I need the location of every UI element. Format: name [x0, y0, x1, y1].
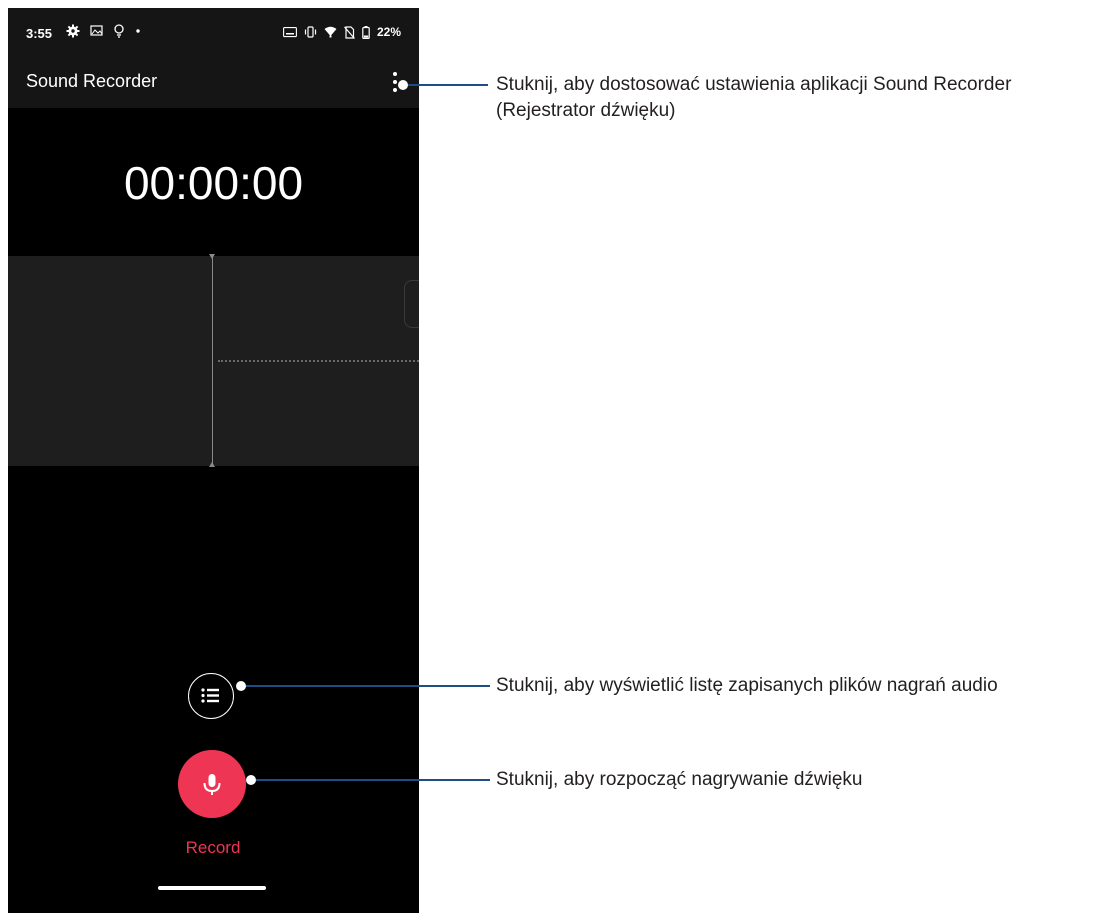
- status-time: 3:55: [26, 26, 53, 41]
- microphone-icon: [203, 774, 221, 795]
- callout-list-text: Stuknij, aby wyświetlić listę zapisanych…: [496, 675, 998, 696]
- waveform-baseline: [218, 360, 419, 362]
- callout-list-line: [246, 685, 490, 687]
- callout-settings-line: [408, 84, 488, 86]
- playhead-top-marker: [209, 254, 215, 259]
- recordings-list-button[interactable]: [188, 673, 234, 719]
- callout-settings-text: Stuknij, aby dostosować ustawienia aplik…: [496, 74, 1012, 121]
- record-label: Record: [185, 838, 241, 857]
- home-indicator[interactable]: [158, 886, 266, 890]
- callout-settings-dot: [398, 80, 408, 90]
- battery-percent: 22%: [376, 25, 401, 39]
- record-button[interactable]: [178, 750, 246, 818]
- playhead-line: [212, 256, 213, 466]
- playhead-bottom-marker: [209, 462, 215, 467]
- battery-icon: [362, 25, 370, 39]
- callout-record-line: [256, 779, 490, 781]
- app-title: Sound Recorder: [26, 71, 158, 91]
- callout-record-text: Stuknij, aby rozpocząć nagrywanie dźwięk…: [496, 769, 863, 790]
- waveform-area: [8, 254, 419, 467]
- bulb-icon: [114, 24, 124, 38]
- settings-gear-icon: [66, 24, 80, 38]
- app-bar: Sound Recorder: [8, 60, 419, 108]
- recording-timer: 00:00:00: [123, 157, 304, 209]
- wifi-icon: [324, 26, 337, 38]
- gallery-icon: [90, 25, 103, 36]
- status-bar: 3:55 22%: [8, 8, 419, 60]
- callout-record-dot: [246, 775, 256, 785]
- status-notification-icons: [66, 24, 141, 38]
- waveform-marker: [404, 280, 419, 328]
- callout-list-dot: [236, 681, 246, 691]
- keyboard-icon: [283, 27, 297, 38]
- vibrate-icon: [304, 26, 317, 38]
- no-sim-icon: [344, 25, 355, 39]
- list-icon: [201, 688, 219, 703]
- status-system-icons: 22%: [283, 25, 401, 39]
- more-vert-icon: [393, 72, 397, 76]
- dot-icon: [136, 29, 140, 33]
- phone-screen: 3:55 22% Sound Recorder 00:00:00 Record: [8, 8, 419, 913]
